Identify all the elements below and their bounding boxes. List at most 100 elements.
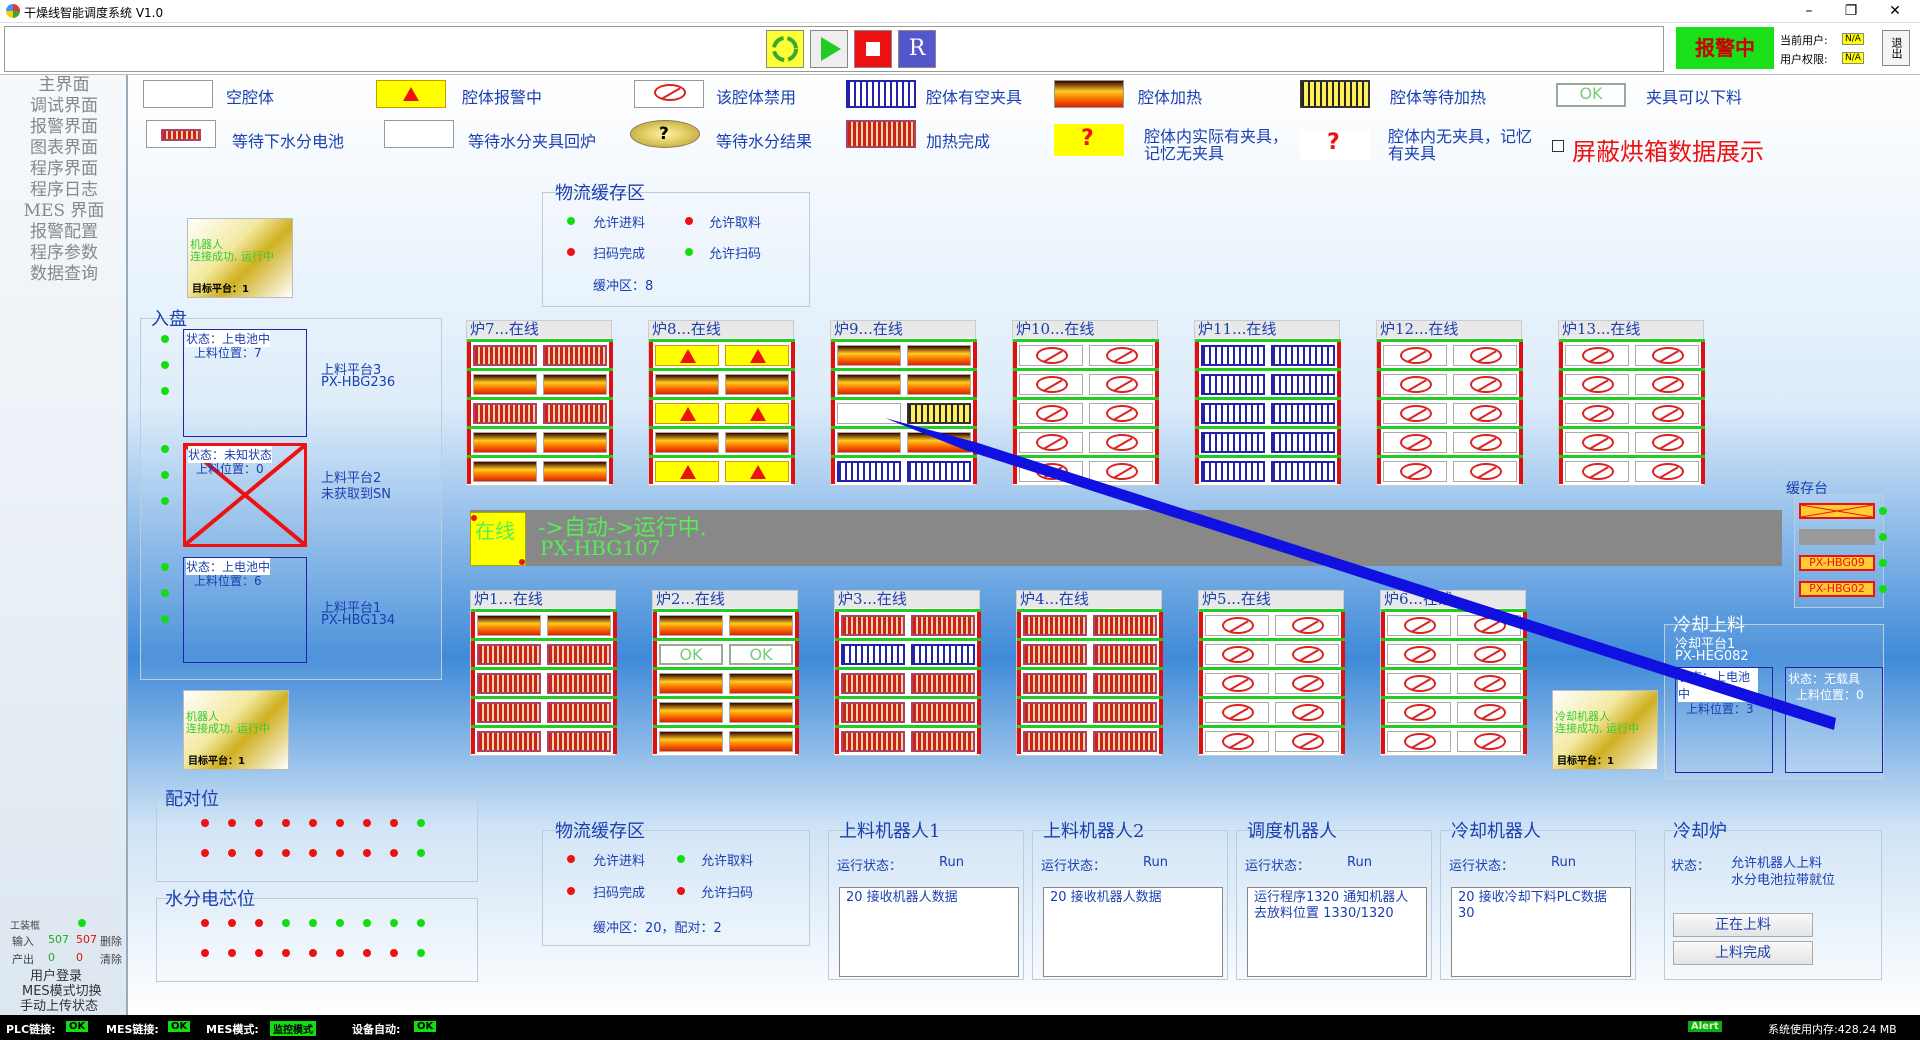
cavity-done[interactable] (1023, 644, 1087, 665)
load-complete-button[interactable]: 上料完成 (1673, 941, 1813, 965)
cavity-empty[interactable] (837, 461, 901, 482)
cavity-ban[interactable] (1453, 432, 1517, 453)
nav-alarm-config[interactable]: 报警配置 (0, 222, 128, 243)
cavity-empty[interactable] (1271, 374, 1335, 395)
cavity-ban[interactable] (1275, 615, 1339, 636)
cavity-ban[interactable] (1387, 644, 1451, 665)
cavity-done[interactable] (911, 731, 975, 752)
cavity-fire[interactable] (547, 615, 611, 636)
cavity-empty[interactable] (1271, 403, 1335, 424)
cavity-white[interactable] (837, 403, 901, 424)
cavity-ban[interactable] (1387, 673, 1451, 694)
cavity-empty[interactable] (907, 461, 971, 482)
cavity-done[interactable] (1023, 731, 1087, 752)
cavity-done[interactable] (841, 702, 905, 723)
cache-slot-1[interactable] (1799, 503, 1875, 519)
cavity-ban[interactable] (1635, 345, 1699, 366)
cavity-done[interactable] (841, 673, 905, 694)
cavity-ban[interactable] (1089, 461, 1153, 482)
cavity-done[interactable] (1093, 644, 1157, 665)
cavity-alarm[interactable] (655, 345, 719, 366)
cavity-fire[interactable] (543, 432, 607, 453)
cavity-fire[interactable] (907, 432, 971, 453)
platform-3-box[interactable]: 状态：上电池中 上料位置：7 (183, 329, 307, 437)
maximize-button[interactable]: ❐ (1828, 0, 1874, 23)
cavity-fire[interactable] (659, 702, 723, 723)
cavity-empty[interactable] (911, 644, 975, 665)
cavity-done[interactable] (473, 345, 537, 366)
cavity-ban[interactable] (1383, 345, 1447, 366)
nav-main[interactable]: 主界面 (0, 75, 128, 96)
delete-button[interactable]: 删除 (100, 933, 122, 949)
cavity-alarm[interactable] (725, 403, 789, 424)
reset-button[interactable]: R (898, 30, 936, 68)
cavity-done[interactable] (477, 731, 541, 752)
cavity-empty[interactable] (841, 644, 905, 665)
cavity-ban[interactable] (1205, 644, 1269, 665)
nav-program[interactable]: 程序界面 (0, 159, 128, 180)
cavity-fire[interactable] (729, 731, 793, 752)
cavity-done[interactable] (1093, 731, 1157, 752)
rail-cart[interactable]: 在线 (470, 512, 526, 566)
cavity-ban[interactable] (1565, 403, 1629, 424)
furnace-furnaces_bottom-3[interactable]: 炉4...在线 (1016, 590, 1163, 756)
cavity-ban[interactable] (1089, 374, 1153, 395)
cavity-ban[interactable] (1383, 374, 1447, 395)
loading-button[interactable]: 正在上料 (1673, 913, 1813, 937)
cavity-fire[interactable] (729, 615, 793, 636)
cavity-done[interactable] (547, 702, 611, 723)
cavity-done[interactable] (1023, 615, 1087, 636)
cavity-empty[interactable] (1271, 432, 1335, 453)
cavity-ban[interactable] (1275, 702, 1339, 723)
cavity-done[interactable] (547, 673, 611, 694)
nav-chart[interactable]: 图表界面 (0, 138, 128, 159)
cavity-ban[interactable] (1383, 461, 1447, 482)
cavity-ban[interactable] (1089, 432, 1153, 453)
cavity-ban[interactable] (1635, 374, 1699, 395)
cavity-ban[interactable] (1383, 432, 1447, 453)
cavity-fire[interactable] (837, 374, 901, 395)
exit-button[interactable]: 退出 (1882, 30, 1910, 66)
cavity-ban[interactable] (1205, 731, 1269, 752)
cavity-done[interactable] (547, 644, 611, 665)
nav-program-params[interactable]: 程序参数 (0, 243, 128, 264)
cavity-empty[interactable] (1271, 345, 1335, 366)
clear-button[interactable]: 清除 (100, 951, 122, 967)
cavity-ban[interactable] (1453, 374, 1517, 395)
cooling-right-box[interactable]: 状态：无载具 上料位置：0 (1785, 667, 1883, 773)
cavity-fire[interactable] (655, 432, 719, 453)
cavity-done[interactable] (477, 644, 541, 665)
start-button[interactable] (810, 30, 848, 68)
cavity-done[interactable] (547, 731, 611, 752)
cache-slot-2[interactable] (1799, 529, 1875, 545)
cavity-ban[interactable] (1635, 432, 1699, 453)
stop-button[interactable] (854, 30, 892, 68)
cavity-ban[interactable] (1019, 403, 1083, 424)
nav-data-query[interactable]: 数据查询 (0, 264, 128, 285)
cavity-alarm[interactable] (655, 403, 719, 424)
furnace-furnaces_bottom-5[interactable]: 炉6...在线 (1380, 590, 1527, 756)
cache-slot-3[interactable]: PX-HBG09 (1799, 555, 1875, 571)
cavity-fire[interactable] (477, 615, 541, 636)
cavity-fire[interactable] (725, 432, 789, 453)
cavity-ban[interactable] (1019, 461, 1083, 482)
nav-debug[interactable]: 调试界面 (0, 96, 128, 117)
cavity-done[interactable] (477, 702, 541, 723)
furnace-furnaces_bottom-4[interactable]: 炉5...在线 (1198, 590, 1345, 756)
cavity-done[interactable] (543, 345, 607, 366)
furnace-furnaces_top-4[interactable]: 炉11...在线 (1194, 320, 1341, 486)
nav-mes[interactable]: MES 界面 (0, 201, 128, 222)
cavity-fire[interactable] (729, 673, 793, 694)
cavity-ban[interactable] (1565, 345, 1629, 366)
close-button[interactable]: ✕ (1872, 0, 1918, 23)
cavity-ok[interactable]: OK (659, 644, 723, 665)
cavity-done[interactable] (473, 403, 537, 424)
cavity-done[interactable] (1093, 673, 1157, 694)
cavity-ban[interactable] (1457, 731, 1521, 752)
cavity-ban[interactable] (1453, 345, 1517, 366)
cavity-ban[interactable] (1019, 432, 1083, 453)
alarm-indicator[interactable]: 报警中 (1676, 27, 1774, 69)
cavity-fire[interactable] (473, 461, 537, 482)
minimize-button[interactable]: – (1786, 0, 1832, 23)
auto-cycle-icon[interactable] (766, 30, 804, 68)
